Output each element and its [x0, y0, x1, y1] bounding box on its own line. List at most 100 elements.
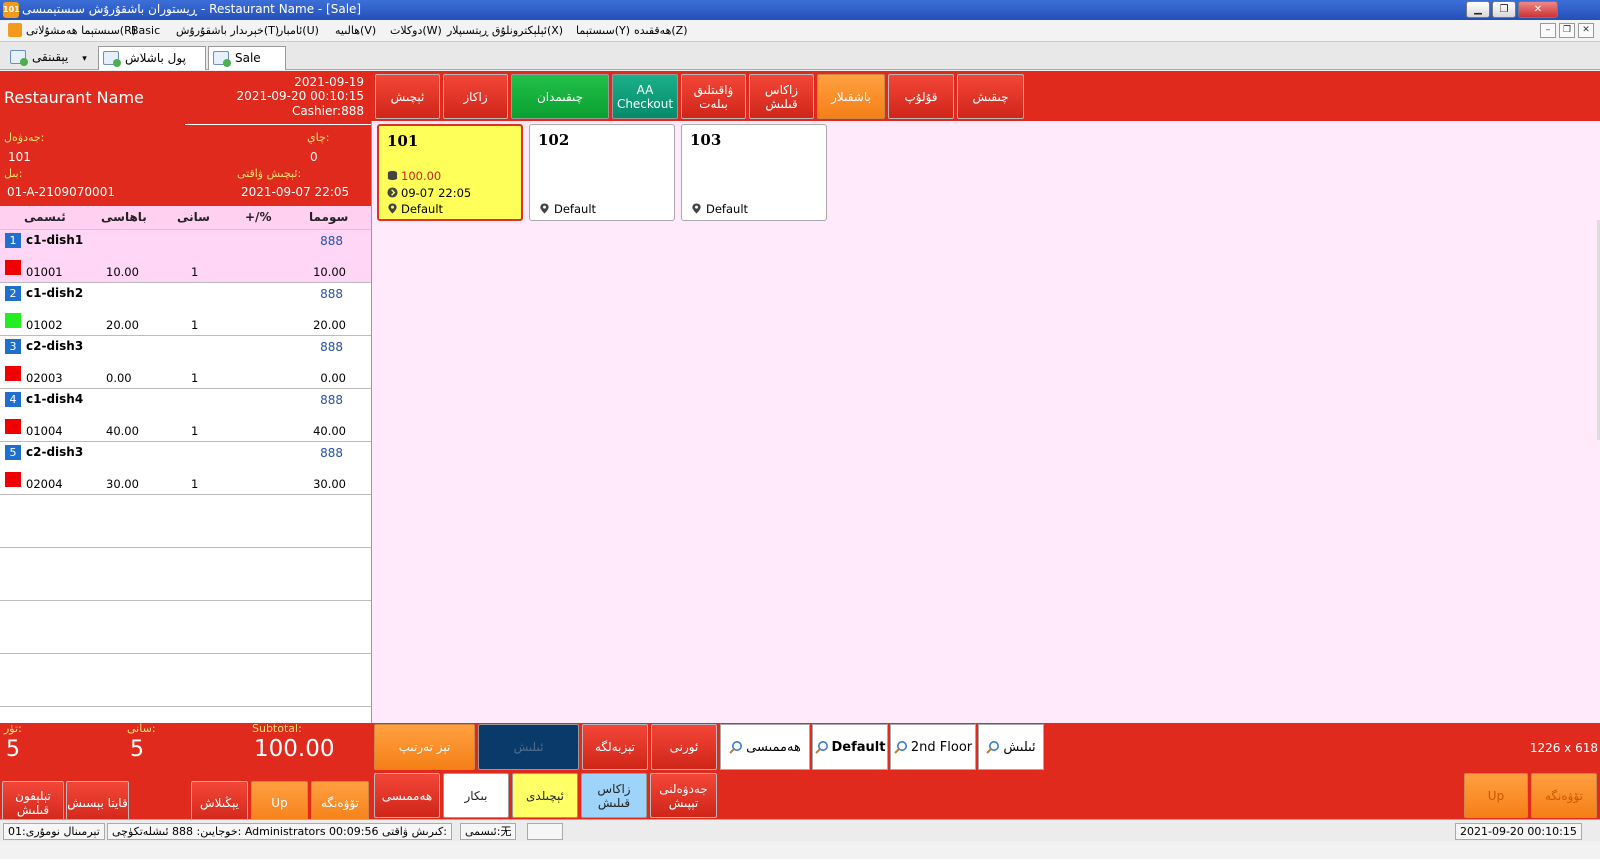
table-up-button[interactable]: Up	[1464, 773, 1528, 818]
cash-drawer-button[interactable]: چىقىمدان	[511, 74, 609, 119]
menu-item-customer[interactable]: خېرىدار باشقۇرۇش(T)	[176, 24, 279, 37]
item-price: 30.00	[106, 477, 139, 491]
table-row[interactable]: 3 c2-dish3 888 02003 0.00 1 0.00	[0, 336, 371, 389]
action-toolbar: ئېچىش زاكاز چىقىمدان AA Checkout ۋاقىتلى…	[371, 71, 1600, 121]
item-kitchen: 888	[320, 287, 343, 301]
user-login-info: خوجايىن: 888 ئىشلەتكۈچى: Administrators …	[107, 823, 452, 840]
area-all-button[interactable]: ھەممىسى	[720, 724, 810, 770]
location-button[interactable]: ئورنى	[651, 724, 717, 770]
menu-item-system-settings[interactable]: سىستېما ھەمشۇلاتى(R)	[26, 24, 136, 37]
menu-item-report[interactable]: دوكلات(W)	[390, 24, 442, 37]
empty-row	[0, 548, 371, 601]
menu-item-about[interactable]: ھەققىدە(Z)	[634, 24, 688, 37]
table-card-102[interactable]: 102 Default	[529, 124, 675, 221]
area-hang-button[interactable]: ئىلىش	[978, 724, 1044, 770]
tab-start-cash[interactable]: پول باشلاش	[98, 46, 206, 70]
table-card-103[interactable]: 103 Default	[681, 124, 827, 221]
find-table-button[interactable]: جەدۋەلنى تېپىش	[650, 773, 717, 818]
area-2nd-floor-button[interactable]: 2nd Floor	[890, 724, 976, 770]
menu-item-finance[interactable]: ھالىيە(V)	[335, 24, 376, 37]
open-time-label: ئېچىش ۋاقتى:	[237, 167, 302, 180]
subtotal-value: 100.00	[254, 736, 335, 762]
status-color-icon	[5, 313, 21, 328]
col-discount: +/%	[245, 210, 272, 224]
reserve-button[interactable]: زاكاس قىلىش	[749, 74, 814, 119]
col-name: ئىسمى	[24, 210, 66, 224]
item-kitchen: 888	[320, 446, 343, 460]
menu-item-warehouse[interactable]: ئامبار(U)	[278, 24, 319, 37]
table-card-101[interactable]: 101 100.00 09-07 22:05 Default	[377, 124, 523, 221]
search-icon	[814, 741, 828, 754]
area-default-label: Default	[831, 739, 886, 755]
col-amount: سومما	[309, 210, 349, 224]
table-area: Default	[706, 202, 749, 216]
tab-recent-label: يېقىنقى	[32, 50, 69, 64]
open-button[interactable]: ئېچىش	[375, 74, 440, 119]
cashier: Cashier:888	[292, 104, 364, 118]
item-amount: 0.00	[320, 371, 346, 385]
title-bar: 101 ڕیستوران باشقۇرۇش سىستېمىسى - Restau…	[0, 0, 1600, 20]
menu-item-basic[interactable]: Basic	[131, 24, 160, 37]
item-price: 0.00	[106, 371, 132, 385]
close-button[interactable]: ✕	[1518, 1, 1558, 18]
table-row[interactable]: 4 c1-dish4 888 01004 40.00 1 40.00	[0, 389, 371, 442]
mdi-restore-button[interactable]: ❐	[1559, 23, 1575, 38]
item-price: 20.00	[106, 318, 139, 332]
coins-icon	[387, 170, 398, 181]
item-qty: 1	[191, 265, 199, 279]
area-2nd-floor-label: 2nd Floor	[910, 739, 973, 755]
filter-all-button[interactable]: ھەممىسى	[374, 773, 440, 818]
status-color-icon	[5, 419, 21, 434]
menu-item-system[interactable]: سىستېما(Y)	[576, 24, 630, 37]
item-code: 01001	[26, 265, 63, 279]
tab-recent[interactable]: يېقىنقى ▾	[6, 46, 96, 70]
item-code: 01002	[26, 318, 63, 332]
area-all-label: ھەممىسى	[746, 739, 801, 755]
empty-row	[0, 654, 371, 707]
exit-button[interactable]: چىقىش	[957, 74, 1024, 119]
item-amount: 20.00	[313, 318, 346, 332]
terminal-number: تېرمىنال نومۇرى:01	[3, 823, 105, 840]
shortcut-button[interactable]: تېزبەلگە	[582, 724, 648, 770]
mdi-close-button[interactable]: ✕	[1578, 23, 1594, 38]
row-number: 5	[5, 445, 21, 460]
filter-reserved-button[interactable]: زاكاس قىلىش	[581, 773, 647, 818]
item-name: c2-dish3	[26, 445, 84, 459]
table-down-button[interactable]: تۆۋەنگە	[1531, 773, 1597, 818]
order-panel: Restaurant Name 2021-09-19 2021-09-20 00…	[0, 71, 371, 723]
empty-row	[0, 495, 371, 548]
filter-opened-button[interactable]: ئېچىلدى	[512, 773, 578, 818]
kind-label: تۈر:	[4, 722, 22, 735]
table-row[interactable]: 1 c1-dish1 888 01001 10.00 1 10.00	[0, 230, 371, 283]
quick-sort-button[interactable]: تېز تەرتىپ	[374, 724, 475, 770]
tab-sale[interactable]: Sale	[208, 46, 286, 70]
row-number: 3	[5, 339, 21, 354]
table-row[interactable]: 5 c2-dish3 888 02004 30.00 1 30.00	[0, 442, 371, 495]
order-button[interactable]: زاكاز	[443, 74, 508, 119]
order-header: Restaurant Name 2021-09-19 2021-09-20 00…	[0, 71, 371, 206]
aa-checkout-button[interactable]: AA Checkout	[612, 74, 678, 119]
area-default-button[interactable]: Default	[812, 724, 888, 770]
temp-ticket-button[interactable]: ۋاقىتلىق بىلەت	[681, 74, 746, 119]
totals-panel: تۈر: سانى: Subtotal: 5 5 100.00	[0, 722, 371, 780]
item-amount: 30.00	[313, 477, 346, 491]
tab-start-cash-label: پول باشلاش	[125, 51, 186, 65]
col-qty: سانى	[177, 210, 210, 224]
left-button-bar: تېلېفون قىلىش قايتا بېسىش يېڭىلاش Up تۆۋ…	[0, 780, 371, 825]
mdi-minimize-button[interactable]: –	[1540, 23, 1556, 38]
menu-item-e-recipes[interactable]: ئېلېكترونلۇق ڕېتسىپلار(X)	[447, 24, 563, 37]
others-button[interactable]: باشقىلار	[817, 74, 885, 119]
area-hang-label: ئىلىش	[1003, 739, 1036, 755]
maximize-button[interactable]: ❐	[1492, 1, 1516, 18]
minimize-button[interactable]: ▁	[1466, 1, 1490, 18]
divider	[185, 124, 371, 125]
chevron-down-icon[interactable]: ▾	[82, 54, 87, 64]
filter-free-button[interactable]: بىكار	[443, 773, 509, 818]
item-table-header: ئىسمى باھاسى سانى +/% سومما	[0, 206, 371, 230]
status-bar: تېرمىنال نومۇرى:01 خوجايىن: 888 ئىشلەتكۈ…	[0, 819, 1600, 841]
lock-button[interactable]: قۇلۇپ	[888, 74, 954, 119]
table-open-time: 09-07 22:05	[401, 186, 472, 200]
location-pin-icon	[540, 203, 549, 214]
hang-button[interactable]: ئىلىش	[478, 724, 579, 770]
table-row[interactable]: 2 c1-dish2 888 01002 20.00 1 20.00	[0, 283, 371, 336]
